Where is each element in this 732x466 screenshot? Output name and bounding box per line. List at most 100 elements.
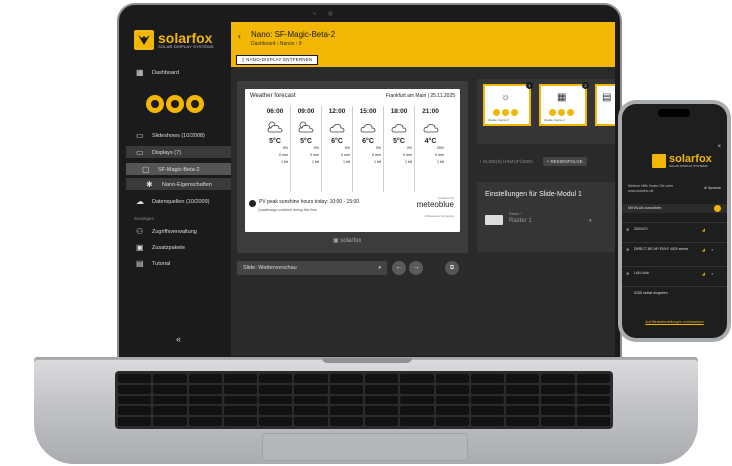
view-icon[interactable]: [493, 109, 500, 116]
forecast-time: 06:00: [266, 108, 284, 115]
reorder-button[interactable]: + REIHENFOLGE: [542, 157, 587, 166]
thumbnail-source: Quelle: Demo 0: [488, 118, 509, 122]
forecast-wind: 1 bft: [312, 160, 319, 164]
header-bar: ‹ Nano: SF-Magic-Beta-2 Dashboard › Nano…: [231, 22, 615, 67]
delete-icon[interactable]: [511, 109, 518, 116]
keyboard-key: [329, 384, 363, 394]
sidebar-item-nano-props[interactable]: ✱ Nano-Eigenschaften: [146, 181, 212, 189]
keyboard-key: [470, 395, 505, 405]
keyboard: [115, 371, 613, 429]
slide-select[interactable]: Slide: Wettervorschau ▾: [237, 261, 387, 275]
keyboard-key: [470, 417, 505, 426]
laptop-notch: [322, 358, 412, 363]
keyboard-key: [541, 395, 575, 405]
add-slides-button[interactable]: + SLIDE(S) HINZUFÜGEN: [479, 159, 533, 164]
keyboard-key: [541, 417, 575, 426]
wifi-network-name: DIRECT-BE-HP ENVY 4520 series: [634, 247, 689, 251]
cloud-icon: [422, 120, 440, 133]
delete-icon[interactable]: [567, 109, 574, 116]
keyboard-key: [188, 417, 222, 426]
forecast-wind: 1 bft: [281, 160, 288, 164]
slide-thumbnail[interactable]: ▤: [595, 84, 615, 126]
forecast-rain-pct: 25%: [436, 146, 444, 150]
signal-icon: ◢: [701, 227, 705, 232]
keyboard-key: [259, 406, 293, 416]
keyboard-key: [364, 395, 399, 405]
logo-subtitle: SOLAR DISPLAY SYSTEMS: [158, 43, 214, 49]
gear-icon: [186, 95, 204, 113]
wifi-select-row[interactable]: Mit WLAN auswählen: [622, 204, 727, 213]
close-icon[interactable]: ×: [717, 144, 721, 150]
sidebar-item-dashboard[interactable]: ▦ Dashboard: [136, 69, 179, 77]
wifi-network-item[interactable]: ≋ 3934470 ◢: [622, 222, 727, 236]
lock-icon[interactable]: [558, 109, 565, 116]
sidebar-item-tutorial[interactable]: ▤ Tutorial: [136, 260, 170, 268]
logo-word: solarfox: [158, 29, 213, 46]
keyboard-key: [506, 395, 540, 405]
fox-icon: [134, 30, 154, 50]
wifi-network-item[interactable]: ≋ LAN-Vodi ◢ ▪: [622, 266, 727, 280]
forecast-temp: 6°C: [331, 138, 343, 145]
page-title: Nano: SF-Magic-Beta-2: [251, 30, 336, 39]
keyboard-key: [329, 417, 363, 426]
smartphone: × solarfox SOLAR DISPLAY SYSTEMS Weitere…: [618, 100, 731, 342]
sidebar-item-slideshows[interactable]: ▭ Slideshows (10/2008): [136, 132, 205, 140]
forecast-temp: 6°C: [362, 138, 374, 145]
forecast-temp: 5°C: [269, 138, 281, 145]
slide-thumbnail[interactable]: 2 ▦ Quelle: Demo 2: [539, 82, 589, 126]
logo[interactable]: solarfox SOLAR DISPLAY SYSTEMS: [134, 30, 214, 50]
refresh-icon[interactable]: [714, 205, 721, 212]
forecast-rain-pct: 0%: [375, 146, 381, 150]
thumbnail-source: Quelle: Demo 2: [544, 118, 565, 122]
weather-title: Weather forecast: [250, 93, 296, 99]
sidebar-item-datasources[interactable]: ☁ Datenquellen (10/2009): [136, 198, 210, 206]
cloud-icon: ☁: [136, 197, 144, 206]
keyboard-key: [153, 384, 187, 394]
collapse-sidebar-button[interactable]: «: [176, 334, 181, 344]
keyboard-key: [259, 395, 293, 405]
sidebar-item-packages[interactable]: ▣ Zusatzpakete: [136, 244, 185, 252]
weather-slide: Weather forecast Frankfurt am Main | 25.…: [245, 89, 460, 232]
dynamic-island: [658, 109, 690, 117]
remove-nano-button[interactable]: ▯ NANO-DISPLAY ENTFERNEN: [236, 55, 319, 65]
slide-thumbnail[interactable]: 1 ☼ Quelle: Demo 0: [483, 82, 533, 126]
keyboard-key: [435, 384, 469, 394]
forecast-column: 06:00 5°C 0% 0 mm 1 bft: [260, 106, 291, 192]
keyboard-key: [435, 406, 469, 416]
chevron-down-icon: ▾: [589, 218, 592, 224]
wifi-network-item[interactable]: ≋ DIRECT-BE-HP ENVY 4520 series ◢ ▪: [622, 242, 727, 256]
dashboard-icon: ▦: [136, 68, 144, 77]
sidebar-item-access[interactable]: ⚇ Zugriffsverwaltung: [136, 228, 197, 236]
reset-link[interactable]: Auf Werkseinstellungen zurücksetzen: [622, 320, 727, 324]
slide-preview-card: Weather forecast Frankfurt am Main | 25.…: [237, 81, 468, 253]
view-icon[interactable]: [549, 109, 556, 116]
ssid-manual-item[interactable]: SSID selbst eingeben: [622, 286, 727, 300]
keyboard-key: [541, 384, 575, 394]
language-button[interactable]: ⊕ Sprache: [704, 186, 721, 190]
sidebar-item-displays[interactable]: ▭ Displays (7): [136, 149, 181, 157]
sidebar-item-label: Datenquellen (10/2009): [152, 199, 210, 205]
keyboard-key: [506, 417, 540, 426]
raster-label: Raster *: [509, 212, 522, 216]
forecast-rain-mm: 0 mm: [435, 153, 444, 157]
cloud-icon: [328, 120, 346, 133]
frame-brand: ▣ solarfox: [333, 237, 361, 244]
sidebar-item-display-selected[interactable]: ▢ SF-Magic-Beta-2: [142, 166, 200, 174]
forecast-temp: 5°C: [300, 138, 312, 145]
breadcrumb[interactable]: Dashboard › Nanos › 9: [251, 41, 302, 47]
raster-select[interactable]: Raster 1: [509, 218, 532, 224]
keyboard-key: [259, 417, 293, 426]
back-button[interactable]: ‹: [238, 31, 241, 41]
cloud-sun-icon: [266, 120, 284, 133]
lock-icon[interactable]: [502, 109, 509, 116]
list-icon: ▤: [602, 92, 612, 103]
frame-brand-word: solarfox: [340, 238, 362, 244]
forecast-rain-pct: 0%: [282, 146, 288, 150]
wifi-network-name: LAN-Vodi: [634, 271, 649, 275]
next-slide-button[interactable]: →: [409, 261, 423, 275]
prev-slide-button[interactable]: ←: [392, 261, 406, 275]
forecast-time: 15:00: [359, 108, 377, 115]
wifi-select-label: Mit WLAN auswählen: [628, 206, 662, 210]
forecast-rain-mm: 0 mm: [341, 153, 350, 157]
present-button[interactable]: ⧉: [445, 261, 459, 275]
